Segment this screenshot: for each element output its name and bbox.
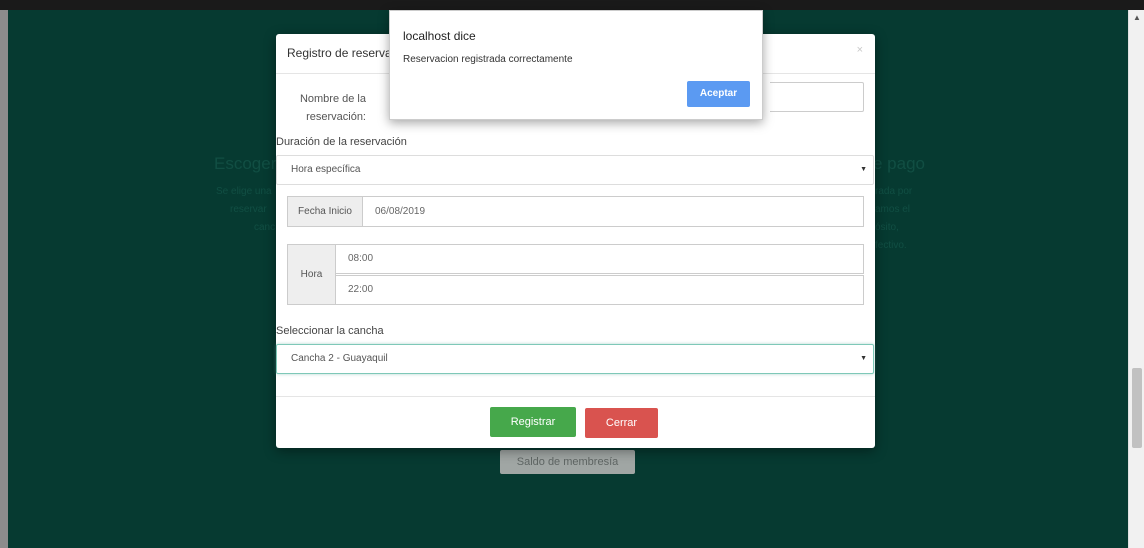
alert-title: localhost dice <box>403 29 476 43</box>
close-icon[interactable]: × <box>857 44 863 56</box>
court-select[interactable]: Cancha 2 - Guayaquil ▼ <box>276 344 874 374</box>
membership-balance-button[interactable]: Saldo de membresía <box>500 450 635 474</box>
court-label: Seleccionar la cancha <box>276 325 384 337</box>
reservation-name-label: Nombre de la reservación: <box>299 93 366 123</box>
duration-select[interactable]: Hora específica ▼ <box>276 155 874 185</box>
modal-footer: Registrar Cerrar <box>276 396 875 448</box>
time-addon: Hora <box>287 244 336 305</box>
court-select-value: Cancha 2 - Guayaquil <box>291 353 388 364</box>
page-scrollbar[interactable]: ▲ <box>1128 10 1144 548</box>
modal-title: Registro de reserva <box>287 46 392 60</box>
duration-select-value: Hora específica <box>291 164 361 175</box>
start-time-input[interactable]: 08:00 <box>335 244 864 274</box>
accept-button[interactable]: Aceptar <box>687 81 750 107</box>
start-date-addon: Fecha Inicio <box>287 196 363 227</box>
reservation-name-input[interactable] <box>770 82 864 112</box>
duration-label: Duración de la reservación <box>276 136 407 148</box>
start-date-input[interactable]: 06/08/2019 <box>362 196 864 227</box>
alert-message: Reservacion registrada correctamente <box>403 54 573 65</box>
scroll-thumb[interactable] <box>1132 368 1142 448</box>
end-time-input[interactable]: 22:00 <box>335 275 864 305</box>
register-button[interactable]: Registrar <box>490 407 576 437</box>
scroll-up-icon[interactable]: ▲ <box>1129 10 1144 26</box>
close-button[interactable]: Cerrar <box>585 408 658 438</box>
browser-alert-dialog: localhost dice Reservacion registrada co… <box>389 10 763 120</box>
browser-top-bar <box>0 0 1144 10</box>
chevron-down-icon: ▼ <box>860 166 867 173</box>
chevron-down-icon: ▼ <box>860 355 867 362</box>
